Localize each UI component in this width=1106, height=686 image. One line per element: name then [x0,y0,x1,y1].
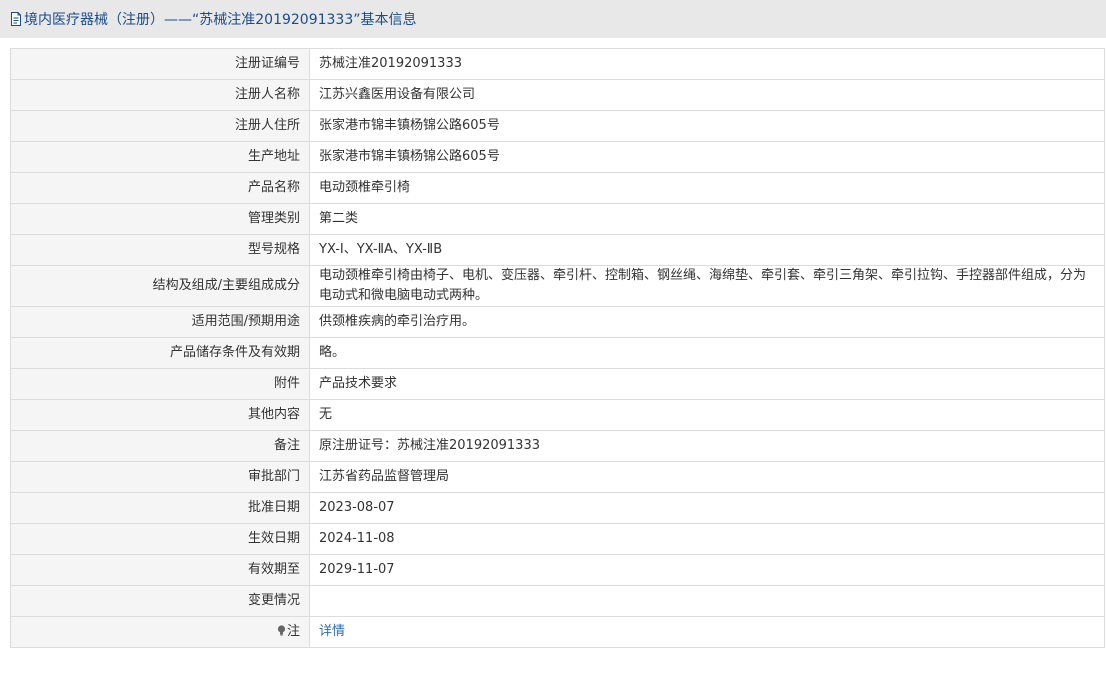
table-row: 生效日期 2024-11-08 [10,523,1105,555]
row-value: 第二类 [309,203,1105,235]
row-value: 2023-08-07 [309,492,1105,524]
table-row: 适用范围/预期用途 供颈椎疾病的牵引治疗用。 [10,306,1105,338]
table-row: 其他内容无 [10,399,1105,431]
row-label: 有效期至 [10,554,310,586]
details-link[interactable]: 详情 [319,624,345,639]
row-value: 供颈椎疾病的牵引治疗用。 [309,306,1105,338]
row-value: 江苏兴鑫医用设备有限公司 [309,79,1105,111]
table-row: 变更情况 [10,585,1105,617]
row-value: YX-Ⅰ、YX-ⅡA、YX-ⅡB [309,234,1105,266]
table-row: 结构及组成/主要组成成分 电动颈椎牵引椅由椅子、电机、变压器、牵引杆、控制箱、钢丝… [10,265,1105,307]
table-row: 备注 原注册证号：苏械注准20192091333 [10,430,1105,462]
row-value: 张家港市锦丰镇杨锦公路605号 [309,110,1105,142]
table-row: 管理类别 第二类 [10,203,1105,235]
row-label: 结构及组成/主要组成成分 [10,265,310,307]
note-label-cell: 注 [10,616,310,648]
row-label: 产品储存条件及有效期 [10,337,310,369]
row-value: 原注册证号：苏械注准20192091333 [309,430,1105,462]
table-row: 注册人住所 张家港市锦丰镇杨锦公路605号 [10,110,1105,142]
row-label: 管理类别 [10,203,310,235]
table-row: 有效期至 2029-11-07 [10,554,1105,586]
note-row: 注 详情 [10,616,1105,648]
table-row: 注册人名称 江苏兴鑫医用设备有限公司 [10,79,1105,111]
row-label: 适用范围/预期用途 [10,306,310,338]
lightbulb-icon [277,625,286,636]
row-value [309,585,1105,617]
detail-table: 注册证编号 苏械注准20192091333 注册人名称 江苏兴鑫医用设备有限公司 注册人… [10,48,1105,648]
table-row: 注册证编号 苏械注准20192091333 [10,48,1105,80]
row-label: 注册证编号 [10,48,310,80]
row-label: 产品名称 [10,172,310,204]
row-label: 生效日期 [10,523,310,555]
table-row: 附件 产品技术要求 [10,368,1105,400]
note-label: 注 [286,624,300,639]
row-label: 变更情况 [10,585,310,617]
row-label: 审批部门 [10,461,310,493]
note-value-cell: 详情 [309,616,1105,648]
row-value: 2029-11-07 [309,554,1105,586]
page-title: 境内医疗器械（注册）——“苏械注准20192091333”基本信息 [24,12,417,28]
document-icon [11,12,21,26]
detail-table-container: 注册证编号 苏械注准20192091333 注册人名称 江苏兴鑫医用设备有限公司 注册人… [10,48,1105,648]
row-value: 江苏省药品监督管理局 [309,461,1105,493]
row-value: 无 [309,399,1105,431]
row-value: 2024-11-08 [309,523,1105,555]
table-row: 批准日期 2023-08-07 [10,492,1105,524]
row-value: 电动颈椎牵引椅由椅子、电机、变压器、牵引杆、控制箱、钢丝绳、海绵垫、牵引套、牵引… [309,265,1105,307]
table-row: 产品名称 电动颈椎牵引椅 [10,172,1105,204]
row-value: 略。 [309,337,1105,369]
row-label: 型号规格 [10,234,310,266]
row-label: 注册人名称 [10,79,310,111]
page-header: 境内医疗器械（注册）——“苏械注准20192091333”基本信息 [0,0,1106,38]
row-label: 注册人住所 [10,110,310,142]
row-label: 批准日期 [10,492,310,524]
row-label: 附件 [10,368,310,400]
row-value: 电动颈椎牵引椅 [309,172,1105,204]
row-label: 备注 [10,430,310,462]
table-row: 产品储存条件及有效期 略。 [10,337,1105,369]
row-label: 生产地址 [10,141,310,173]
table-row: 审批部门 江苏省药品监督管理局 [10,461,1105,493]
table-row: 生产地址 张家港市锦丰镇杨锦公路605号 [10,141,1105,173]
row-value: 苏械注准20192091333 [309,48,1105,80]
row-value: 产品技术要求 [309,368,1105,400]
row-label: 其他内容 [10,399,310,431]
table-row: 型号规格 YX-Ⅰ、YX-ⅡA、YX-ⅡB [10,234,1105,266]
row-value: 张家港市锦丰镇杨锦公路605号 [309,141,1105,173]
